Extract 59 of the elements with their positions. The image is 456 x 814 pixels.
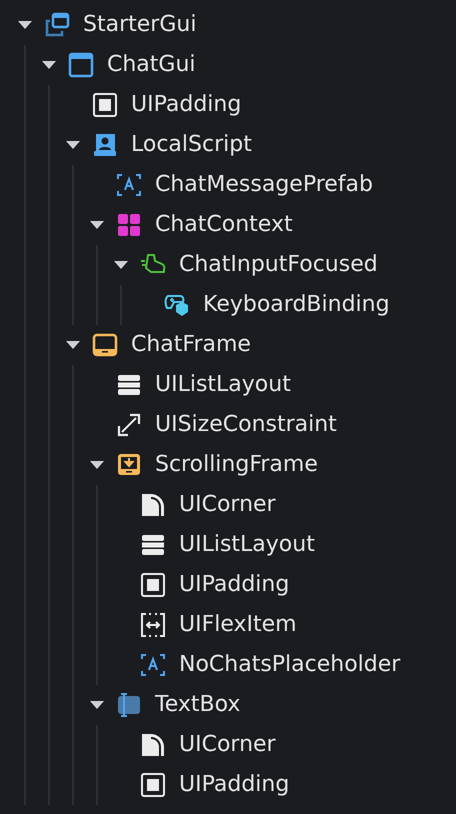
tree-item[interactable]: UIPadding <box>96 565 456 605</box>
item-label: ScrollingFrame <box>155 452 318 478</box>
item-label: UISizeConstraint <box>155 412 337 438</box>
tree-item[interactable]: ChatInputFocused <box>96 245 456 285</box>
tree-item[interactable]: UIListLayout <box>72 365 456 405</box>
corner-icon <box>140 492 166 518</box>
item-label: ChatGui <box>107 52 196 78</box>
item-label: UIListLayout <box>179 532 315 558</box>
corner-icon <box>140 732 166 758</box>
item-label: LocalScript <box>131 132 252 158</box>
text-box-icon <box>116 692 142 718</box>
item-label: UIPadding <box>131 92 242 118</box>
item-label: UIPadding <box>179 572 290 598</box>
list-icon <box>140 532 166 558</box>
item-label: KeyboardBinding <box>203 292 390 318</box>
flex-icon <box>140 612 166 638</box>
item-label: ChatContext <box>155 212 293 238</box>
tree-item[interactable]: ChatFrame <box>48 325 456 365</box>
item-label: NoChatsPlaceholder <box>179 652 400 678</box>
item-label: ChatInputFocused <box>179 252 378 278</box>
square-icon <box>92 92 118 118</box>
tree-item[interactable]: UICorner <box>96 725 456 765</box>
monitor-icon <box>92 332 118 358</box>
tree-item[interactable]: StarterGui <box>0 5 456 45</box>
monitor-download-icon <box>116 452 142 478</box>
item-label: ChatMessagePrefab <box>155 172 374 198</box>
square-icon <box>140 772 166 798</box>
text-label-icon <box>140 652 166 678</box>
square-icon <box>140 572 166 598</box>
text-label-icon <box>116 172 142 198</box>
tree-item[interactable]: TextBox <box>72 685 456 725</box>
item-label: UICorner <box>179 492 276 518</box>
item-label: UIPadding <box>179 772 290 798</box>
tree-item[interactable]: UIPadding <box>96 765 456 805</box>
tree-item[interactable]: ChatMessagePrefab <box>72 165 456 205</box>
tree-item[interactable]: LocalScript <box>48 125 456 165</box>
tree-item[interactable]: UICorner <box>96 485 456 525</box>
resize-arrows-icon <box>116 412 142 438</box>
tree-item[interactable]: ChatContext <box>72 205 456 245</box>
tree-item[interactable]: UIListLayout <box>96 525 456 565</box>
list-icon <box>116 372 142 398</box>
tree-item[interactable]: ScrollingFrame <box>72 445 456 485</box>
item-label: StarterGui <box>83 12 196 38</box>
grid-icon <box>116 212 142 238</box>
tree-item[interactable]: ChatGui <box>24 45 456 85</box>
tree-item[interactable]: UIPadding <box>48 85 456 125</box>
person-icon <box>92 132 118 158</box>
item-label: UICorner <box>179 732 276 758</box>
item-label: TextBox <box>155 692 240 718</box>
item-label: ChatFrame <box>131 332 251 358</box>
item-label: UIFlexItem <box>179 612 297 638</box>
tree-item[interactable]: UISizeConstraint <box>72 405 456 445</box>
tree-item[interactable]: KeyboardBinding <box>120 285 456 325</box>
tree-item[interactable]: UIFlexItem <box>96 605 456 645</box>
item-label: UIListLayout <box>155 372 291 398</box>
gamepad-icon <box>164 292 190 318</box>
tree-item[interactable]: NoChatsPlaceholder <box>96 645 456 685</box>
screens-icon <box>44 12 70 38</box>
window-icon <box>68 52 94 78</box>
